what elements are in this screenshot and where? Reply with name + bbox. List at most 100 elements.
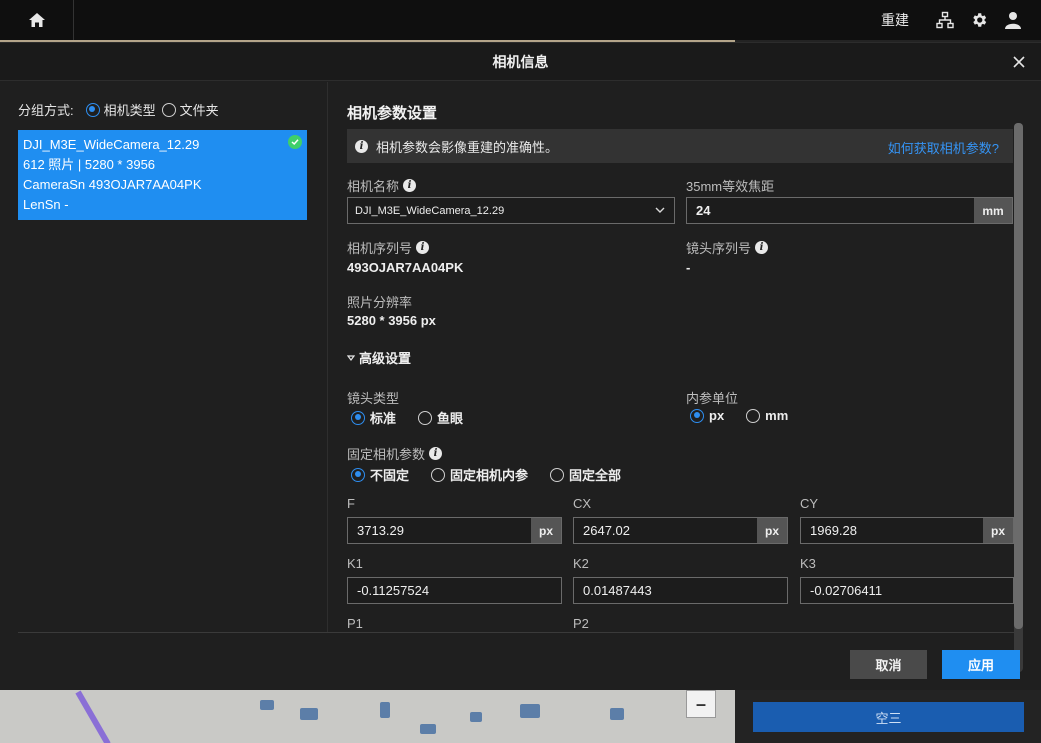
label-text: 相机名称 bbox=[347, 179, 400, 194]
network-button[interactable] bbox=[935, 10, 955, 30]
top-bar: 重建 bbox=[0, 0, 1041, 40]
select-value: DJI_M3E_WideCamera_12.29 bbox=[355, 204, 505, 217]
param-k2-label: K2 bbox=[573, 556, 589, 571]
radio-unselected-icon bbox=[418, 410, 433, 425]
info-icon[interactable]: i bbox=[416, 241, 430, 254]
info-icon: i bbox=[355, 139, 368, 153]
label-text: 固定相机参数 bbox=[347, 447, 426, 462]
intrinsic-unit-option-mm[interactable]: mm bbox=[746, 408, 788, 423]
unit-badge: px bbox=[983, 518, 1013, 543]
info-banner: i 相机参数会影像重建的准确性。 如何获取相机参数? bbox=[347, 129, 1013, 163]
cancel-button[interactable]: 取消 bbox=[850, 650, 927, 679]
param-k1-label: K1 bbox=[347, 556, 363, 571]
param-k2-input[interactable]: 0.01487443 bbox=[573, 577, 788, 604]
lens-sn-label: 镜头序列号 i bbox=[686, 238, 769, 257]
advanced-label: 高级设置 bbox=[359, 351, 412, 366]
param-k3-input[interactable]: -0.02706411 bbox=[800, 577, 1014, 604]
unit-badge: px bbox=[531, 518, 561, 543]
triangle-down-icon bbox=[347, 354, 355, 361]
grouping-option-label: 相机类型 bbox=[103, 103, 156, 118]
lens-sn-value: - bbox=[686, 260, 691, 275]
focal-length-label: 35mm等效焦距 bbox=[686, 179, 775, 194]
map-building bbox=[420, 724, 436, 734]
lens-type-label: 镜头类型 bbox=[347, 391, 400, 406]
camera-sn-label: 相机序列号 i bbox=[347, 238, 430, 257]
camera-info-dialog: 相机信息 分组方式: 相机类型 文件夹 DJI_M3E_WideCamera_1… bbox=[0, 42, 1041, 690]
dialog-title: 相机信息 bbox=[492, 53, 549, 70]
input-value: 3713.29 bbox=[357, 523, 404, 538]
grouping-option-folder[interactable]: 文件夹 bbox=[161, 100, 219, 119]
lens-type-option-fisheye[interactable]: 鱼眼 bbox=[418, 408, 463, 427]
option-label: 鱼眼 bbox=[437, 411, 464, 426]
input-value: -0.02706411 bbox=[810, 583, 883, 598]
help-link[interactable]: 如何获取相机参数? bbox=[888, 138, 999, 157]
apply-button[interactable]: 应用 bbox=[942, 650, 1020, 679]
label-text: 相机序列号 bbox=[347, 241, 413, 256]
home-icon bbox=[28, 13, 45, 27]
info-text: 相机参数会影像重建的准确性。 bbox=[376, 139, 559, 155]
input-value: 24 bbox=[696, 203, 711, 218]
fix-params-label: 固定相机参数 i bbox=[347, 444, 443, 463]
option-label: 标准 bbox=[370, 411, 397, 426]
scrollbar-thumb[interactable] bbox=[1014, 123, 1023, 629]
map-zoom-out-button[interactable]: – bbox=[686, 690, 716, 718]
home-button[interactable] bbox=[0, 0, 74, 40]
param-cy-label: CY bbox=[800, 496, 819, 511]
scrollbar[interactable] bbox=[1014, 123, 1023, 672]
advanced-settings-toggle[interactable]: 高级设置 bbox=[347, 348, 411, 367]
camera-item-sn: CameraSn 493OJAR7AA04PK bbox=[23, 177, 202, 192]
camera-item-lens-sn: LenSn - bbox=[23, 197, 69, 212]
radio-unselected-icon bbox=[746, 408, 761, 423]
camera-sn-value: 493OJAR7AA04PK bbox=[347, 260, 464, 275]
resolution-value: 5280 * 3956 px bbox=[347, 313, 436, 328]
label-text: 镜头序列号 bbox=[686, 241, 752, 256]
info-icon[interactable]: i bbox=[429, 447, 443, 460]
grouping-selector: 分组方式: 相机类型 文件夹 bbox=[18, 100, 219, 119]
map-road bbox=[75, 690, 111, 743]
fix-params-option-intrinsic[interactable]: 固定相机内参 bbox=[431, 465, 528, 484]
grouping-option-camera-type[interactable]: 相机类型 bbox=[85, 100, 156, 119]
input-value: 1969.28 bbox=[810, 523, 857, 538]
focal-length-input[interactable]: 24 mm bbox=[686, 197, 1013, 224]
param-f-input[interactable]: 3713.29 px bbox=[347, 517, 562, 544]
grouping-option-label: 文件夹 bbox=[179, 103, 219, 118]
option-label: 固定全部 bbox=[569, 468, 622, 483]
radio-selected-icon bbox=[351, 467, 365, 482]
camera-list-panel: 分组方式: 相机类型 文件夹 DJI_M3E_WideCamera_12.29 … bbox=[0, 82, 328, 632]
settings-button[interactable] bbox=[969, 10, 989, 30]
footer-divider bbox=[18, 632, 1023, 633]
info-icon[interactable]: i bbox=[403, 179, 417, 192]
param-p1-label: P1 bbox=[347, 616, 363, 631]
unit-badge: px bbox=[757, 518, 787, 543]
option-label: mm bbox=[765, 408, 789, 423]
map-building bbox=[260, 700, 274, 710]
param-f-label: F bbox=[347, 496, 355, 511]
map-building bbox=[520, 704, 540, 718]
option-label: 不固定 bbox=[370, 468, 410, 483]
option-label: px bbox=[709, 408, 725, 423]
gear-icon bbox=[973, 13, 987, 27]
page-title: 重建 bbox=[881, 12, 909, 28]
chevron-down-icon bbox=[655, 207, 665, 213]
param-cy-input[interactable]: 1969.28 px bbox=[800, 517, 1014, 544]
lens-type-option-standard[interactable]: 标准 bbox=[351, 408, 396, 427]
param-k1-input[interactable]: -0.11257524 bbox=[347, 577, 562, 604]
topbar-actions: 重建 bbox=[881, 0, 1023, 40]
user-button[interactable] bbox=[1003, 10, 1023, 30]
info-icon[interactable]: i bbox=[755, 241, 769, 254]
fix-params-option-all[interactable]: 固定全部 bbox=[550, 465, 621, 484]
aerial-triangulation-button[interactable]: 空三 bbox=[753, 702, 1024, 732]
camera-settings-panel: 相机参数设置 i 相机参数会影像重建的准确性。 如何获取相机参数? 相机名称 i… bbox=[329, 82, 1041, 632]
network-icon bbox=[936, 11, 954, 29]
fix-params-option-none[interactable]: 不固定 bbox=[351, 465, 409, 484]
radio-unselected-icon bbox=[431, 467, 446, 482]
camera-name-select[interactable]: DJI_M3E_WideCamera_12.29 bbox=[347, 197, 675, 224]
close-button[interactable] bbox=[1009, 52, 1029, 72]
input-value: 0.01487443 bbox=[583, 583, 652, 598]
camera-item-summary: 612 照片 | 5280 * 3956 bbox=[23, 157, 156, 172]
intrinsic-unit-option-px[interactable]: px bbox=[690, 408, 724, 423]
map-building bbox=[380, 702, 390, 718]
param-cx-input[interactable]: 2647.02 px bbox=[573, 517, 788, 544]
camera-list-item[interactable]: DJI_M3E_WideCamera_12.29 612 照片 | 5280 *… bbox=[18, 130, 307, 220]
fix-params-radio-group: 不固定 固定相机内参 固定全部 bbox=[351, 465, 621, 484]
